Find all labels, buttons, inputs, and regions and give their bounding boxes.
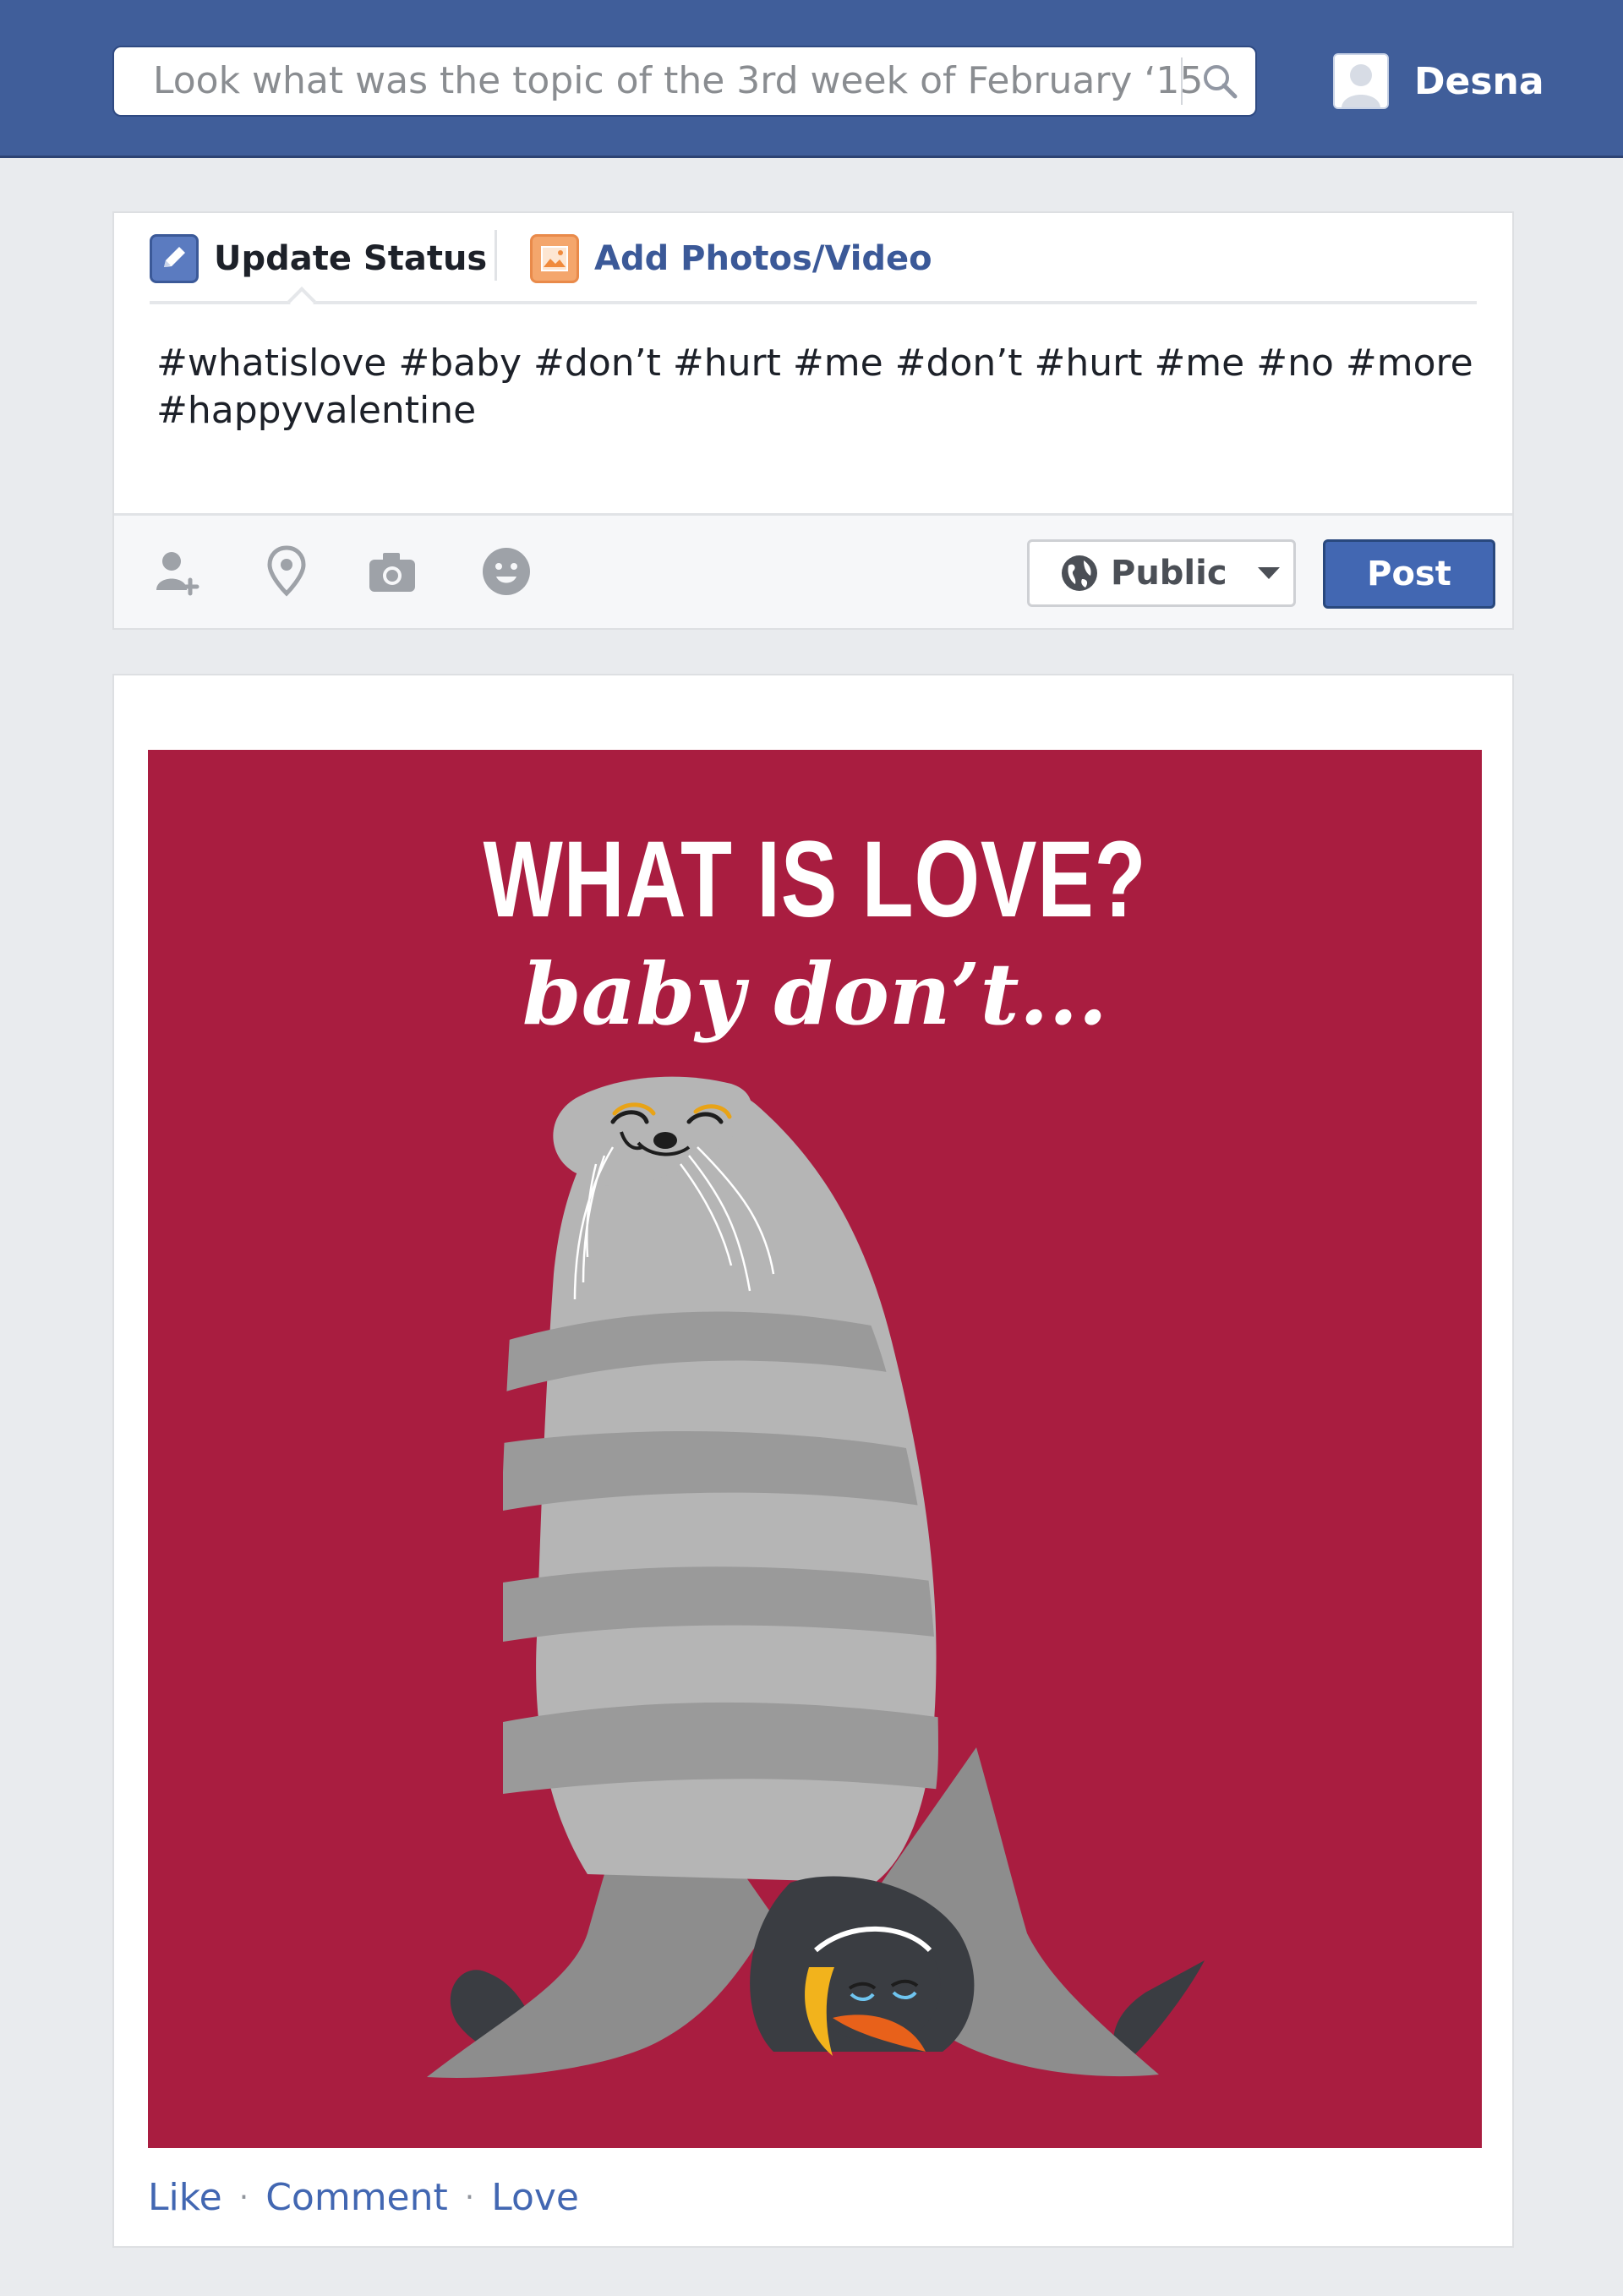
composer-tabs: Update Status Add Photos/Video — [150, 213, 1477, 315]
love-link[interactable]: Love — [491, 2176, 579, 2219]
top-navigation-bar: Look what was the topic of the 3rd week … — [0, 0, 1623, 158]
location-pin-icon[interactable] — [256, 541, 317, 602]
search-box[interactable]: Look what was the topic of the 3rd week … — [112, 46, 1257, 117]
tab-divider — [495, 230, 497, 281]
camera-icon[interactable] — [361, 541, 422, 602]
tag-friends-icon[interactable] — [146, 541, 207, 602]
tab-update-status-label: Update Status — [214, 239, 488, 278]
profile-name[interactable]: Desna — [1414, 60, 1544, 103]
active-tab-indicator — [287, 287, 316, 315]
action-separator: · — [464, 2179, 475, 2215]
status-textarea[interactable]: #whatislove #baby #don’t #hurt #me #don’… — [156, 340, 1475, 435]
tab-add-photos-label: Add Photos/Video — [594, 239, 932, 278]
emoji-icon[interactable] — [476, 541, 537, 602]
search-input[interactable]: Look what was the topic of the 3rd week … — [153, 47, 1269, 115]
post-image[interactable]: WHAT IS LOVE? baby don’t... — [148, 750, 1482, 2148]
globe-icon — [1062, 555, 1097, 591]
tab-update-status[interactable]: Update Status — [150, 233, 487, 284]
status-composer: Update Status Add Photos/Video #whatislo… — [112, 211, 1514, 630]
privacy-selector[interactable]: Public — [1027, 539, 1296, 607]
profile-link[interactable]: Desna — [1333, 53, 1544, 109]
user-silhouette-icon[interactable] — [1333, 53, 1389, 109]
search-icon[interactable] — [1198, 59, 1242, 103]
image-title: WHAT IS LOVE? — [483, 819, 1147, 940]
post-button[interactable]: Post — [1323, 539, 1495, 609]
privacy-label: Public — [1111, 554, 1227, 593]
like-link[interactable]: Like — [148, 2176, 222, 2219]
comment-link[interactable]: Comment — [265, 2176, 448, 2219]
chevron-down-icon — [1257, 567, 1280, 579]
tab-add-photos[interactable]: Add Photos/Video — [530, 233, 932, 284]
post-actions: Like · Comment · Love — [148, 2172, 579, 2222]
composer-footer: Public Post — [114, 513, 1512, 628]
action-separator: · — [238, 2179, 249, 2215]
photo-icon — [530, 234, 579, 283]
image-subtitle: baby don’t... — [522, 944, 1108, 1044]
search-divider — [1181, 57, 1183, 105]
pencil-icon — [150, 234, 199, 283]
feed-post: WHAT IS LOVE? baby don’t... Like · Comme… — [112, 674, 1514, 2248]
